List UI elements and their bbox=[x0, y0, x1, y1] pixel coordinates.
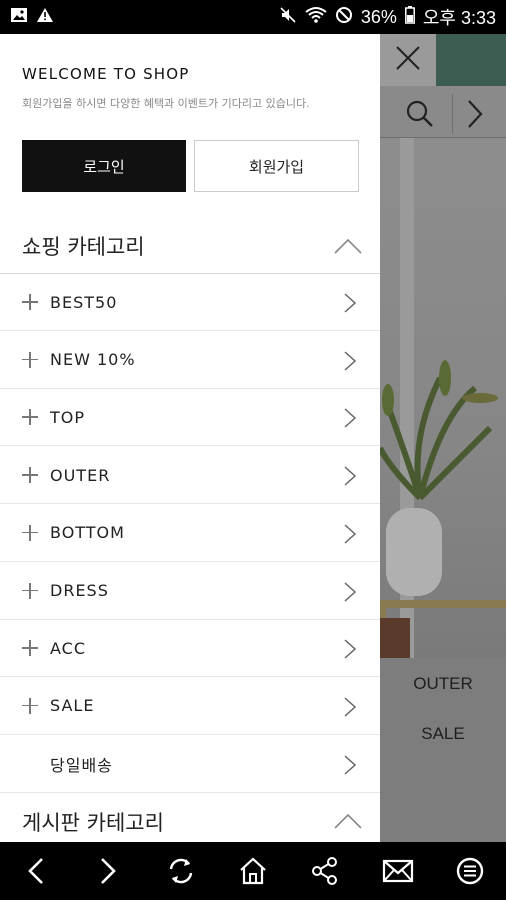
background-menu-outer[interactable]: OUTER bbox=[380, 674, 506, 694]
home-icon bbox=[240, 857, 266, 885]
chevron-up-icon[interactable] bbox=[333, 812, 363, 830]
close-drawer-button[interactable] bbox=[380, 34, 436, 86]
plus-icon[interactable] bbox=[22, 467, 38, 484]
list-item[interactable]: ACC bbox=[0, 620, 380, 678]
chevron-right-icon bbox=[101, 858, 117, 884]
list-item[interactable]: DRESS bbox=[0, 563, 380, 620]
chevron-right-icon bbox=[343, 350, 357, 372]
chevron-right-icon bbox=[343, 523, 357, 545]
welcome-title: WELCOME TO SHOP bbox=[22, 65, 190, 83]
list-item[interactable]: SALE bbox=[0, 678, 380, 735]
warning-icon bbox=[36, 7, 54, 27]
plus-icon[interactable] bbox=[22, 351, 38, 368]
chevron-right-icon[interactable] bbox=[452, 94, 496, 134]
list-item[interactable]: NEW 10% bbox=[0, 332, 380, 389]
share-button[interactable] bbox=[300, 846, 350, 896]
wifi-icon bbox=[305, 6, 327, 28]
menu-circle-icon bbox=[456, 857, 484, 885]
chevron-right-icon bbox=[343, 638, 357, 660]
plus-icon[interactable] bbox=[22, 409, 38, 426]
chevron-right-icon bbox=[343, 581, 357, 603]
refresh-button[interactable] bbox=[156, 846, 206, 896]
login-button[interactable]: 로그인 bbox=[22, 140, 186, 192]
browser-navigation-bar bbox=[0, 842, 506, 900]
forward-button[interactable] bbox=[83, 846, 133, 896]
clock: 오후 3:33 bbox=[422, 8, 496, 28]
battery-icon bbox=[404, 6, 415, 28]
background-banner-image bbox=[377, 138, 506, 658]
share-icon bbox=[312, 857, 338, 885]
background-menu-sale[interactable]: SALE bbox=[380, 724, 506, 744]
welcome-subtitle: 회원가입을 하시면 다양한 혜택과 이벤트가 기다리고 있습니다. bbox=[22, 97, 310, 110]
list-item[interactable]: 당일배송 bbox=[0, 736, 380, 793]
chevron-right-icon bbox=[343, 754, 357, 776]
mail-button[interactable] bbox=[373, 846, 423, 896]
list-item[interactable]: BOTTOM bbox=[0, 505, 380, 562]
close-icon bbox=[395, 45, 421, 75]
list-item[interactable]: BEST50 bbox=[0, 274, 380, 331]
search-icon[interactable] bbox=[400, 94, 440, 134]
list-item-label: BEST50 bbox=[50, 292, 118, 312]
status-bar: 36% 오후 3:33 bbox=[0, 0, 506, 34]
chevron-left-icon bbox=[28, 858, 44, 884]
list-item-label: SALE bbox=[50, 696, 95, 716]
list-item-label: DRESS bbox=[50, 581, 109, 600]
board-category-title[interactable]: 게시판 카테고리 bbox=[22, 807, 164, 837]
shop-category-title[interactable]: 쇼핑 카테고리 bbox=[22, 231, 145, 261]
mute-icon bbox=[279, 6, 297, 28]
chevron-right-icon bbox=[343, 407, 357, 429]
blocked-icon bbox=[335, 6, 353, 28]
status-left bbox=[10, 7, 54, 27]
plus-icon[interactable] bbox=[22, 524, 38, 541]
plus-icon[interactable] bbox=[22, 582, 38, 599]
plus-icon[interactable] bbox=[22, 640, 38, 657]
back-button[interactable] bbox=[11, 846, 61, 896]
signup-button[interactable]: 회원가입 bbox=[194, 140, 359, 192]
chevron-up-icon[interactable] bbox=[333, 237, 363, 255]
refresh-icon bbox=[169, 858, 192, 884]
chevron-right-icon bbox=[343, 696, 357, 718]
plus-icon[interactable] bbox=[22, 294, 38, 310]
list-item[interactable]: TOP bbox=[0, 389, 380, 447]
plus-icon[interactable] bbox=[22, 697, 38, 714]
list-item-label: 당일배송 bbox=[50, 755, 113, 775]
chevron-right-icon bbox=[343, 465, 357, 487]
list-item-label: ACC bbox=[50, 638, 87, 658]
list-item-label: BOTTOM bbox=[50, 523, 125, 543]
list-item-label: TOP bbox=[50, 407, 86, 427]
mail-icon bbox=[382, 859, 413, 883]
list-item-label: NEW 10% bbox=[50, 350, 136, 370]
image-icon bbox=[10, 7, 28, 27]
status-right: 36% 오후 3:33 bbox=[279, 4, 496, 30]
side-drawer: WELCOME TO SHOP 회원가입을 하시면 다양한 혜택과 이벤트가 기… bbox=[0, 34, 380, 842]
home-button[interactable] bbox=[228, 846, 278, 896]
chevron-right-icon bbox=[343, 292, 357, 314]
battery-percent: 36% bbox=[360, 6, 397, 27]
menu-button[interactable] bbox=[445, 846, 495, 896]
list-item[interactable]: OUTER bbox=[0, 447, 380, 505]
list-item-label: OUTER bbox=[50, 465, 111, 485]
